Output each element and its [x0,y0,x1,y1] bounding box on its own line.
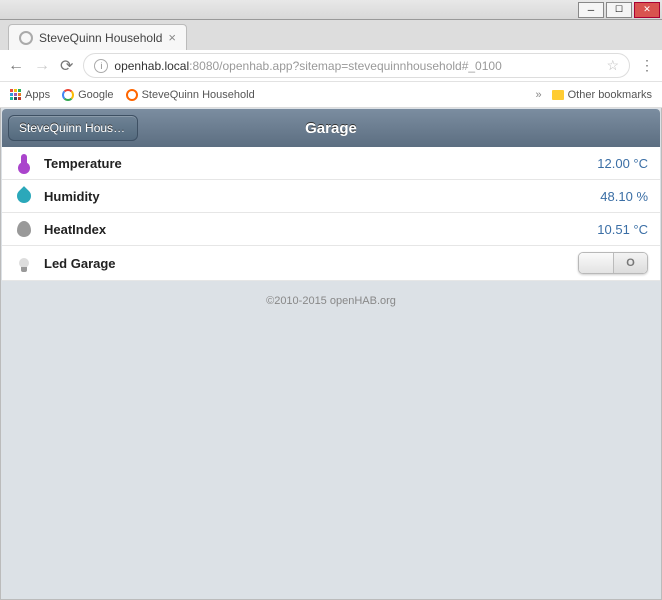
url-port: :8080 [189,59,219,73]
window-minimize-button[interactable]: ─ [578,2,604,18]
window-close-button[interactable]: ✕ [634,2,660,18]
other-bookmarks-button[interactable]: Other bookmarks [552,89,652,101]
list-item-heatindex[interactable]: HeatIndex 10.51 °C [2,213,660,246]
item-value: 10.51 °C [597,222,648,237]
flame-icon [14,219,34,239]
droplet-icon [14,186,34,206]
footer-text: ©2010-2015 openHAB.org [2,281,660,321]
page-viewport: SteveQuinn House… Garage Temperature 12.… [0,108,662,600]
item-label: Led Garage [44,256,116,271]
favicon-icon [19,31,33,45]
browser-toolbar: ← → ⟳ i openhab.local:8080/openhab.app?s… [0,50,662,82]
led-toggle: O [578,252,648,274]
tab-close-icon[interactable]: × [168,30,176,45]
window-maximize-button[interactable]: ☐ [606,2,632,18]
nav-reload-button[interactable]: ⟳ [60,56,73,76]
apps-label: Apps [25,89,50,101]
list-item-humidity[interactable]: Humidity 48.10 % [2,180,660,213]
bulb-icon [14,253,34,273]
address-bar[interactable]: i openhab.local:8080/openhab.app?sitemap… [83,53,630,78]
item-list: Temperature 12.00 °C Humidity 48.10 % He… [2,147,660,281]
list-item-led-garage: Led Garage O [2,246,660,281]
bookmarks-bar: Apps Google SteveQuinn Household » Other… [0,82,662,108]
google-icon [62,89,74,101]
url-path: /openhab.app?sitemap=stevequinnhousehold… [219,59,502,73]
bookmark-star-icon[interactable]: ☆ [606,57,619,74]
thermometer-icon [14,153,34,173]
list-item-temperature[interactable]: Temperature 12.00 °C [2,147,660,180]
bookmark-label: Google [78,89,113,101]
item-value: 12.00 °C [597,156,648,171]
other-bookmarks-label: Other bookmarks [568,89,652,101]
toggle-on-button[interactable] [579,253,613,273]
nav-forward-button: → [34,57,50,75]
openhab-icon [126,89,138,101]
tab-title: SteveQuinn Household [39,31,162,45]
app-navbar: SteveQuinn House… Garage [2,109,660,147]
bookmarks-overflow-button[interactable]: » [536,89,542,101]
browser-tab[interactable]: SteveQuinn Household × [8,24,187,50]
apps-button[interactable]: Apps [10,89,50,101]
browser-menu-button[interactable]: ⋮ [640,57,654,74]
item-label: HeatIndex [44,222,106,237]
window-titlebar: ─ ☐ ✕ [0,0,662,20]
apps-grid-icon [10,89,21,100]
item-label: Humidity [44,189,100,204]
nav-back-button[interactable]: ← [8,57,24,75]
bookmark-item-stevequinn[interactable]: SteveQuinn Household [126,89,255,101]
bookmark-item-google[interactable]: Google [62,89,113,101]
site-info-icon[interactable]: i [94,59,108,73]
bookmark-label: SteveQuinn Household [142,89,255,101]
item-label: Temperature [44,156,122,171]
toggle-off-button[interactable]: O [613,253,647,273]
url-host: openhab.local [114,59,189,73]
back-button[interactable]: SteveQuinn House… [8,115,138,141]
browser-tabstrip: SteveQuinn Household × [0,20,662,50]
item-value: 48.10 % [600,189,648,204]
folder-icon [552,90,564,100]
